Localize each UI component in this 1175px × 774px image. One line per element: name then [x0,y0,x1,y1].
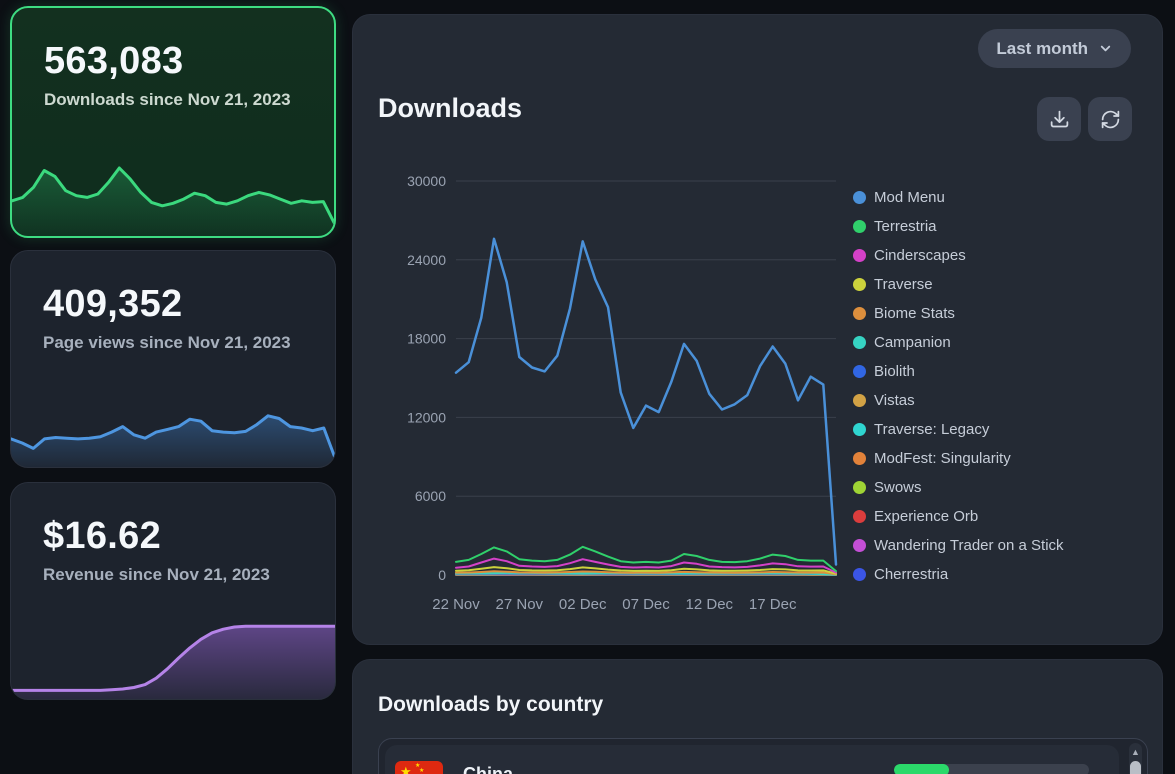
revenue-stat-card[interactable]: $16.62 Revenue since Nov 21, 2023 [10,482,336,700]
legend-dot-icon [853,220,866,233]
legend-dot-icon [853,452,866,465]
downloads-stat-card[interactable]: 563,083 Downloads since Nov 21, 2023 [10,6,336,238]
country-list-scrollbar[interactable]: ▲ [1129,743,1142,774]
legend-dot-icon [853,365,866,378]
country-progress-fill [894,764,949,774]
svg-text:22 Nov: 22 Nov [432,596,480,613]
legend-dot-icon [853,249,866,262]
legend-item[interactable]: Campanion [853,328,1064,357]
legend-dot-icon [853,394,866,407]
legend-dot-icon [853,278,866,291]
legend-label: ModFest: Singularity [874,450,1011,467]
downloads-panel: Last month Downloads [352,14,1163,645]
country-progress-bar [894,764,1089,774]
legend-item[interactable]: Experience Orb [853,502,1064,531]
refresh-icon [1100,109,1121,130]
svg-text:17 Dec: 17 Dec [749,596,797,613]
legend-dot-icon [853,307,866,320]
legend-item[interactable]: Traverse: Legacy [853,415,1064,444]
chart-actions [1037,97,1132,141]
revenue-sparkline [11,619,335,699]
scroll-up-arrow-icon[interactable]: ▲ [1129,744,1142,759]
download-icon [1049,109,1070,130]
legend-label: Wandering Trader on a Stick [874,537,1064,554]
scrollbar-thumb[interactable] [1130,761,1141,774]
downloads-sparkline [12,144,334,236]
legend-item[interactable]: Swows [853,473,1064,502]
export-chart-button[interactable] [1037,97,1081,141]
pageviews-sparkline [11,391,335,467]
legend-label: Cherrestria [874,566,948,583]
legend-label: Experience Orb [874,508,978,525]
refresh-chart-button[interactable] [1088,97,1132,141]
legend-item[interactable]: Cinderscapes [853,241,1064,270]
legend-label: Swows [874,479,922,496]
svg-text:30000: 30000 [407,173,446,189]
country-list: ★★★★★ China ▲ [378,738,1148,774]
country-name: China [463,764,513,774]
svg-text:24000: 24000 [407,252,446,268]
legend-label: Terrestria [874,218,937,235]
pageviews-total-value: 409,352 [43,283,303,326]
legend-label: Cinderscapes [874,247,966,264]
legend-dot-icon [853,539,866,552]
svg-text:12 Dec: 12 Dec [686,596,734,613]
legend-item[interactable]: Cherrestria [853,560,1064,589]
legend-item[interactable]: Mod Menu [853,183,1064,212]
legend-item[interactable]: Terrestria [853,212,1064,241]
chevron-down-icon [1098,41,1113,56]
legend-label: Biolith [874,363,915,380]
legend-item[interactable]: ModFest: Singularity [853,444,1064,473]
revenue-total-label: Revenue since Nov 21, 2023 [43,564,303,587]
revenue-total-value: $16.62 [43,515,303,558]
downloads-line-chart: 0 6000 12000 18000 24000 30000 22 Nov 27 Nov 02 … [396,165,846,625]
country-panel: Downloads by country ★★★★★ China ▲ [352,659,1163,774]
svg-text:27 Nov: 27 Nov [496,596,544,613]
legend-item[interactable]: Biolith [853,357,1064,386]
china-flag-icon: ★★★★★ [395,761,443,774]
legend-dot-icon [853,510,866,523]
svg-text:18000: 18000 [407,331,446,347]
country-panel-title: Downloads by country [378,693,603,717]
legend-item[interactable]: Vistas [853,386,1064,415]
legend-item[interactable]: Biome Stats [853,299,1064,328]
legend-dot-icon [853,568,866,581]
legend-label: Biome Stats [874,305,955,322]
country-row-china: ★★★★★ China [385,745,1119,774]
legend-label: Traverse: Legacy [874,421,989,438]
time-range-label: Last month [996,39,1088,59]
pageviews-stat-card[interactable]: 409,352 Page views since Nov 21, 2023 [10,250,336,468]
analytics-page: 563,083 Downloads since Nov 21, 2023 409… [0,0,1175,774]
downloads-panel-title: Downloads [378,93,522,124]
downloads-total-value: 563,083 [44,40,302,83]
legend-dot-icon [853,481,866,494]
legend-label: Campanion [874,334,951,351]
legend-item[interactable]: Traverse [853,270,1064,299]
chart-legend: Mod Menu Terrestria Cinderscapes Traverse Bi… [853,183,1064,589]
svg-text:02 Dec: 02 Dec [559,596,607,613]
legend-dot-icon [853,336,866,349]
legend-dot-icon [853,423,866,436]
legend-label: Vistas [874,392,915,409]
svg-text:0: 0 [438,567,446,583]
svg-text:12000: 12000 [407,409,446,425]
svg-text:07 Dec: 07 Dec [622,596,670,613]
downloads-total-label: Downloads since Nov 21, 2023 [44,89,302,112]
legend-label: Traverse [874,276,933,293]
legend-label: Mod Menu [874,189,945,206]
legend-dot-icon [853,191,866,204]
time-range-dropdown[interactable]: Last month [978,29,1131,68]
svg-text:6000: 6000 [415,488,446,504]
legend-item[interactable]: Wandering Trader on a Stick [853,531,1064,560]
pageviews-total-label: Page views since Nov 21, 2023 [43,332,303,355]
